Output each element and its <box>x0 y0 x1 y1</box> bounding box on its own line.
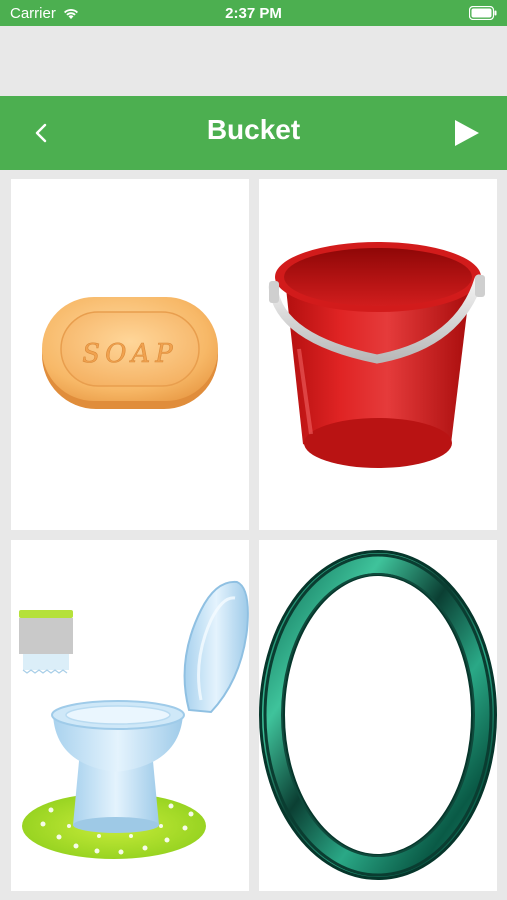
play-button[interactable] <box>451 118 483 148</box>
toilet-image <box>19 580 249 859</box>
nav-bar: Bucket <box>0 96 507 170</box>
soap-image: SOAP <box>42 297 218 409</box>
option-card-soap[interactable]: SOAP <box>11 179 249 530</box>
option-card-bucket[interactable] <box>259 179 497 530</box>
option-card-toilet[interactable] <box>11 540 249 891</box>
header-spacer <box>0 26 507 96</box>
answer-grid: SOAP <box>0 170 507 900</box>
status-time: 2:37 PM <box>225 5 282 22</box>
option-card-ring[interactable] <box>259 540 497 891</box>
status-bar: Carrier 2:37 PM <box>0 0 507 26</box>
battery-icon <box>469 6 497 20</box>
ring-image <box>259 550 497 880</box>
page-title: Bucket <box>206 114 301 145</box>
soap-image-text: SOAP <box>82 339 177 369</box>
bucket-image <box>268 242 485 468</box>
